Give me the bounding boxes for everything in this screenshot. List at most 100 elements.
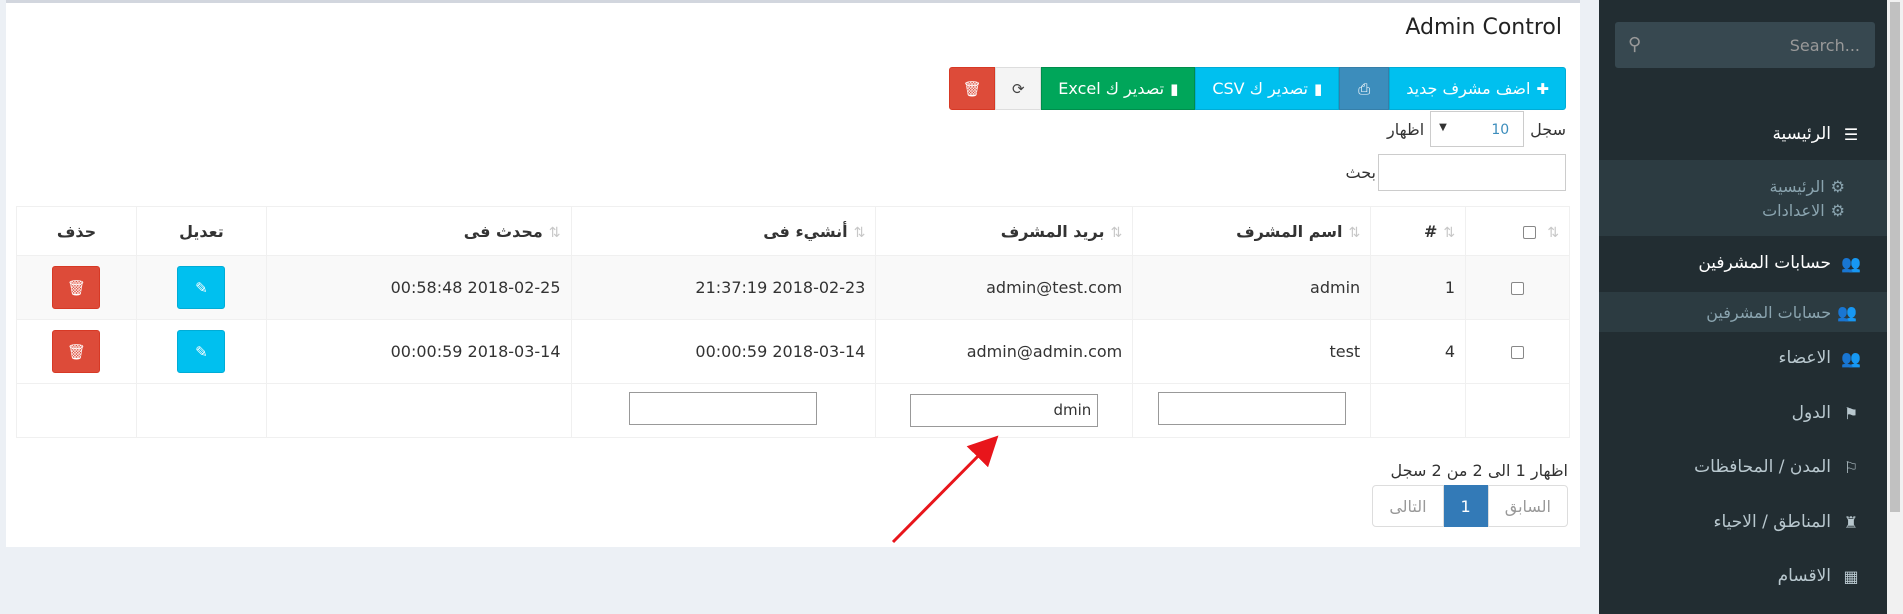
cell-name: test [1132,319,1372,384]
sort-icon[interactable]: ⇅ [1547,225,1559,241]
export-excel-label: تصدير ك Excel [1058,79,1165,98]
row-checkbox[interactable] [1511,346,1525,359]
users-icon: 👥 [1841,253,1861,273]
column-header-email[interactable]: ⇅بريد المشرف [875,206,1134,256]
filter-name-input[interactable] [1157,392,1346,425]
filter-empty-cell [135,383,267,438]
select-all-checkbox[interactable] [1522,225,1536,239]
sidebar-subitem-home[interactable]: ⚙ الرئيسية [1599,160,1887,198]
table-search: بحث [1345,154,1566,191]
cell-id: 4 [1370,319,1467,384]
cell-created: 2018-03-14 00:00:59 [570,319,877,384]
trash-icon: 🗑 [66,279,86,297]
table-row: 1 admin admin@test.com 2018-02-23 21:37:… [16,255,1570,320]
sidebar-item-label: الاعدادات [1762,200,1825,220]
sidebar-subitem-admin-accounts[interactable]: 👥 حسابات المشرفين [1599,292,1887,332]
bulk-delete-button[interactable]: 🗑 [949,67,996,110]
edit-cell: ✎ [135,255,267,320]
sidebar-item-sections[interactable]: ▦ الاقسام [1599,564,1887,588]
sidebar-item-label: الرئيسية [1772,124,1831,144]
search-label: بحث [1345,163,1377,182]
sidebar-submenu-admins: 👥 حسابات المشرفين [1599,292,1887,332]
row-select-cell [1465,319,1570,384]
length-show-label: اظهار [1386,119,1425,139]
sidebar-item-countries[interactable]: ⚑ الدول [1599,401,1887,425]
pagination-next[interactable]: التالى [1372,485,1444,527]
add-admin-button[interactable]: ✚ اضف مشرف جديد [1389,67,1566,110]
column-header-id[interactable]: ⇅# [1370,206,1467,256]
edit-cell: ✎ [135,319,267,384]
refresh-button[interactable]: ⟳ [995,67,1042,110]
sidebar-item-cities[interactable]: ⚐ المدن / المحافظات [1599,455,1887,479]
column-header-updated[interactable]: ⇅محدث فى [265,206,572,256]
sidebar-item-home[interactable]: ☰ الرئيسية [1599,122,1887,146]
page-length-value: 10 [1491,122,1510,138]
page-title: Admin Control [1405,15,1562,40]
sort-icon: ⇅ [1348,224,1361,241]
table-info: اظهار 1 الى 2 من 2 سجل [1390,461,1569,480]
sidebar-subitem-settings[interactable]: ⚙ الاعدادات [1599,198,1887,222]
search-icon[interactable]: ⚲ [1628,34,1641,55]
export-csv-button[interactable]: ▮ تصدير ك CSV [1195,67,1340,110]
pagination-page-current[interactable]: 1 [1443,485,1488,527]
export-excel-button[interactable]: ▮ تصدير ك Excel [1041,67,1196,110]
filter-empty-cell [265,383,572,438]
cell-created: 2018-02-23 21:37:19 [570,255,877,320]
column-filter-row: dmin [16,383,1570,438]
row-checkbox[interactable] [1511,282,1525,295]
gear-icon: ⚙ [1830,176,1845,196]
length-records-label: سجل [1530,119,1566,139]
sidebar-search-placeholder: Search... [1789,36,1860,55]
sort-icon: ⇅ [1110,224,1123,241]
sort-icon: ⇅ [853,224,866,241]
scrollbar-thumb[interactable] [1890,2,1900,512]
trash-icon: 🗑 [962,79,982,98]
pagination: السابق 1 التالى [1372,485,1568,527]
filter-empty-cell [16,383,137,438]
edit-button[interactable]: ✎ [177,266,226,309]
column-header-name[interactable]: ⇅اسم المشرف [1132,206,1372,256]
delete-cell: 🗑 [16,255,137,320]
file-icon: ▮ [1170,79,1179,98]
delete-button[interactable]: 🗑 [52,330,101,373]
filter-created-cell [570,383,877,438]
add-admin-label: اضف مشرف جديد [1406,79,1531,98]
sidebar-item-label: المناطق / الاحياء [1713,512,1831,532]
sidebar-item-admin-accounts[interactable]: 👥 حسابات المشرفين [1599,251,1887,275]
list-icon: ☰ [1843,124,1859,144]
sidebar-submenu-home: ⚙ الرئيسية ⚙ الاعدادات [1599,160,1887,236]
pagination-previous[interactable]: السابق [1487,485,1568,527]
sidebar-item-members[interactable]: 👥 الاعضاء [1599,346,1887,370]
sort-icon: ⇅ [548,224,561,241]
filter-created-input[interactable] [629,392,818,425]
column-header-created[interactable]: ⇅أنشيء فى [570,206,877,256]
admins-table: ⇅ ⇅# ⇅اسم المشرف ⇅بريد المشرف ⇅أنشيء فى … [16,206,1570,438]
caret-down-icon: ▼ [1439,122,1447,133]
toolbar: ✚ اضف مشرف جديد ⎙ ▮ تصدير ك CSV ▮ تصدير … [949,67,1566,110]
sidebar-item-label: حسابات المشرفين [1698,253,1831,273]
sidebar-search-input[interactable]: Search... ⚲ [1615,22,1875,68]
cell-name: admin [1132,255,1372,320]
print-button[interactable]: ⎙ [1339,67,1390,110]
delete-cell: 🗑 [16,319,137,384]
page-length-select[interactable]: 10 ▼ [1430,111,1525,147]
edit-button[interactable]: ✎ [177,330,226,373]
file-icon: ▮ [1313,79,1323,98]
cell-email: admin@test.com [875,255,1134,320]
sidebar-item-districts[interactable]: ♜ المناطق / الاحياء [1599,510,1887,534]
row-select-cell [1465,255,1570,320]
refresh-icon: ⟳ [1012,79,1025,98]
column-header-edit: تعديل [135,206,267,256]
print-icon: ⎙ [1358,79,1371,98]
users-icon: 👥 [1841,348,1861,368]
filter-email-cell: dmin [875,383,1134,438]
delete-button[interactable]: 🗑 [52,266,101,309]
filter-empty-cell [1370,383,1467,438]
table-search-input[interactable] [1378,154,1566,191]
page-scrollbar[interactable] [1887,0,1903,614]
sidebar-item-label: الدول [1791,403,1831,423]
fort-icon: ♜ [1843,512,1859,532]
content-panel: Admin Control ✚ اضف مشرف جديد ⎙ ▮ تصدير … [6,0,1580,547]
cell-updated: 2018-03-14 00:00:59 [265,319,572,384]
filter-email-input[interactable]: dmin [910,394,1099,427]
